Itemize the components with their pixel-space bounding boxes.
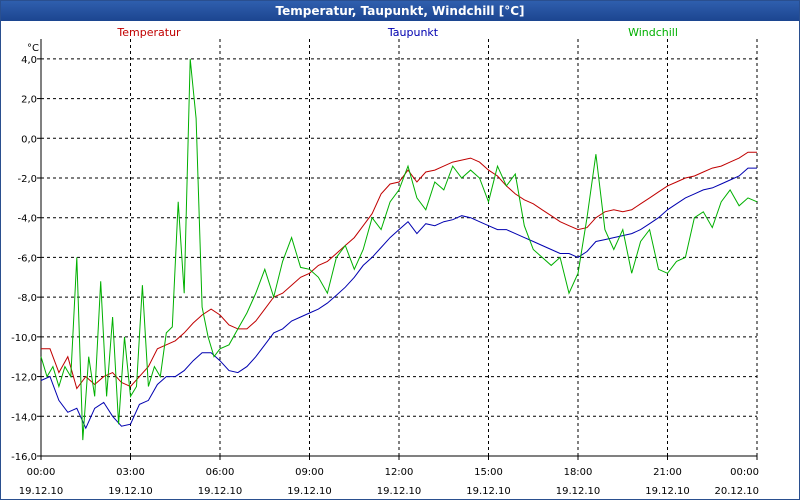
legend-item-temperatur: Temperatur xyxy=(116,26,181,39)
x-tick-date: 19.12.10 xyxy=(19,486,64,497)
x-tick-date: 19.12.10 xyxy=(287,486,332,497)
x-tick-date: 19.12.10 xyxy=(198,486,243,497)
y-tick-label: -8,0 xyxy=(17,293,37,304)
y-tick-label: 2,0 xyxy=(21,95,37,106)
y-axis-unit-label: °C xyxy=(27,43,39,54)
x-tick-time: 21:00 xyxy=(653,467,682,478)
x-tick-date: 20.12.10 xyxy=(714,486,759,497)
y-tick-label: -14,0 xyxy=(11,412,37,423)
x-tick-date: 19.12.10 xyxy=(645,486,690,497)
y-tick-label: -12,0 xyxy=(11,373,37,384)
x-tick-date: 19.12.10 xyxy=(108,486,153,497)
x-tick-time: 15:00 xyxy=(474,467,503,478)
legend-item-taupunkt: Taupunkt xyxy=(387,26,439,39)
y-tick-label: 0,0 xyxy=(21,134,37,145)
line-chart: 4,0 2,0 0,0 -2,0 -4,0 -6,0 -8,0 -10,0 -12,0 -14,0… xyxy=(11,26,759,497)
chart-window: Temperatur, Taupunkt, Windchill [°C] 4,0… xyxy=(0,0,800,500)
y-tick-label: -2,0 xyxy=(17,174,37,185)
legend: Temperatur Taupunkt Windchill xyxy=(116,26,678,39)
x-tick-time: 12:00 xyxy=(385,467,414,478)
grid-lines xyxy=(37,39,758,460)
x-tick-time: 00:00 xyxy=(730,467,759,478)
y-tick-labels: 4,0 2,0 0,0 -2,0 -4,0 -6,0 -8,0 -10,0 -12,0 -14,0… xyxy=(11,55,37,463)
x-tick-date: 19.12.10 xyxy=(556,486,601,497)
x-tick-time: 00:00 xyxy=(27,467,56,478)
x-tick-date: 19.12.10 xyxy=(377,486,422,497)
y-tick-label: -10,0 xyxy=(11,333,37,344)
legend-item-windchill: Windchill xyxy=(628,26,678,39)
y-tick-label: -16,0 xyxy=(11,452,37,463)
x-tick-date: 19.12.10 xyxy=(466,486,511,497)
x-tick-time: 06:00 xyxy=(206,467,235,478)
y-tick-label: -4,0 xyxy=(17,214,37,225)
x-tick-time: 09:00 xyxy=(295,467,324,478)
x-tick-labels: 00:00 19.12.10 03:00 19.12.10 06:00 19.12.10 0… xyxy=(19,467,759,497)
y-tick-label: 4,0 xyxy=(21,55,37,66)
y-tick-label: -6,0 xyxy=(17,253,37,264)
x-tick-time: 18:00 xyxy=(564,467,593,478)
x-tick-time: 03:00 xyxy=(116,467,145,478)
